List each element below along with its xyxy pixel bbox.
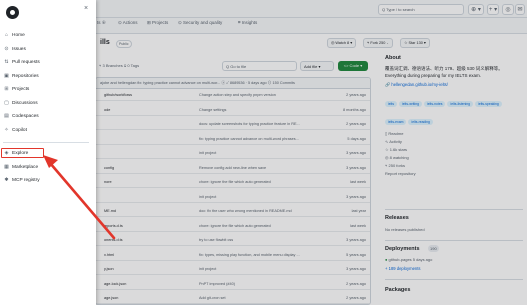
annotation-arrow [43, 155, 116, 240]
